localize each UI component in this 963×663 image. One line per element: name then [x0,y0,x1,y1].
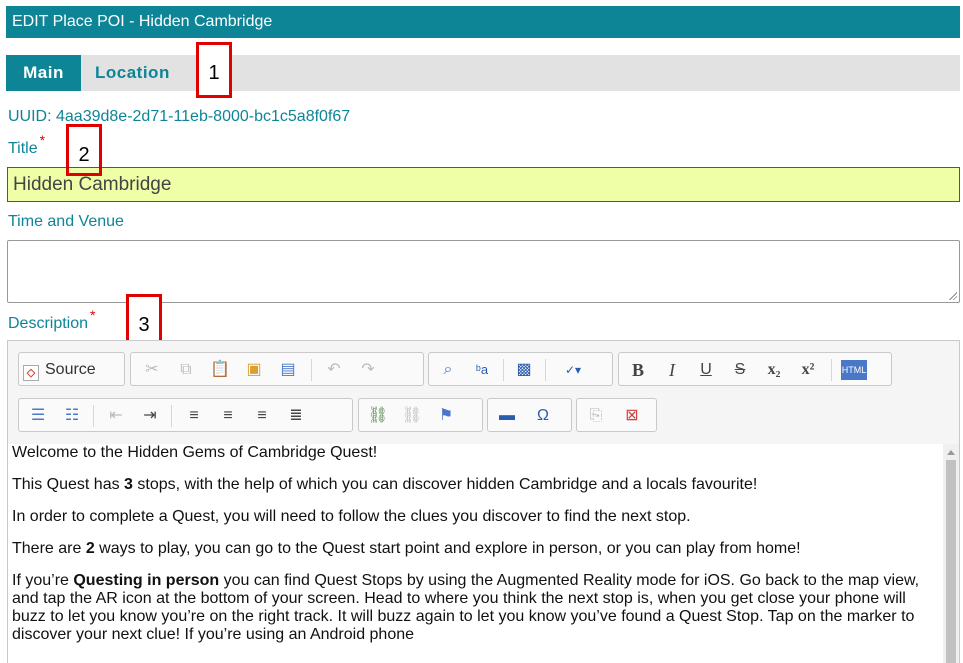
italic-icon[interactable]: I [659,357,685,383]
tab-main[interactable]: Main [6,55,81,91]
callout-2: 2 [66,124,102,176]
bold-text: 3 [124,476,133,493]
bulleted-list-icon[interactable]: ☷ [59,403,85,429]
strike-icon[interactable]: S [727,357,753,383]
callout-1: 1 [196,42,232,98]
subscript-icon[interactable]: x₂ [761,357,787,383]
undo-icon[interactable]: ↶ [321,357,347,383]
links-group: ⛓ ⛓ ⚑ [358,398,483,432]
justify-icon[interactable]: ≣ [283,403,309,429]
paste-icon[interactable]: 📋 [207,357,233,383]
editor-scrollbar[interactable] [943,444,959,663]
window-title-bar: EDIT Place POI - Hidden Cambridge [6,6,960,38]
find-icon[interactable]: ⌕ [435,357,461,383]
separator [503,359,504,381]
scroll-up-arrow-icon[interactable] [947,450,955,455]
paragraph: In order to complete a Quest, you will n… [12,508,940,526]
paragraph: This Quest has 3 stops, with the help of… [12,476,940,494]
source-label: Source [45,361,96,378]
title-label-text: Title [8,140,38,157]
separator [311,359,312,381]
clipboard-group: ✂ ⧉ 📋 ▣ ▤ ↶ ↷ [130,352,424,386]
source-button[interactable]: ◇ Source [23,358,96,382]
paragraph-text: This Quest has [12,476,125,493]
html-icon[interactable]: HTML [841,360,867,380]
bold-icon[interactable]: B [625,357,651,383]
description-label-text: Description [8,315,89,332]
spellcheck-icon[interactable]: ✓▾ [555,357,591,383]
scrollbar-thumb[interactable] [946,460,956,663]
outdent-icon[interactable]: ⇤ [103,403,129,429]
underline-icon[interactable]: U [693,357,719,383]
replace-icon[interactable]: ᵇa [469,357,495,383]
description-editor: ◇ Source ✂ ⧉ 📋 ▣ ▤ ↶ ↷ ⌕ ᵇa ▩ ✓▾ B I U S … [7,340,960,663]
align-center-icon[interactable]: ≡ [215,403,241,429]
paragraph-text: Welcome to the Hidden Gems of Cambridge … [12,444,378,461]
window-title: EDIT Place POI - Hidden Cambridge [12,13,273,30]
description-label: Description * [8,307,95,333]
resize-handle[interactable] [949,292,957,300]
copy-icon[interactable]: ⧉ [173,357,199,383]
bold-text: 2 [85,540,95,557]
separator [171,405,172,427]
indent-icon[interactable]: ⇥ [137,403,163,429]
special-char-icon[interactable]: Ω [530,403,556,429]
numbered-list-icon[interactable]: ☰ [25,403,51,429]
paragraph-group: ☰ ☷ ⇤ ⇥ ≡ ≡ ≡ ≣ [18,398,353,432]
callout-3: 3 [126,294,162,346]
paragraph-text: There are [12,540,86,557]
bold-text: Questing in person [73,572,220,589]
cut-icon[interactable]: ✂ [139,357,165,383]
paragraph-text: stops, with the help of which you can di… [132,476,758,493]
paragraph: Welcome to the Hidden Gems of Cambridge … [12,444,940,462]
paragraph: If you’re Questing in person you can fin… [12,572,940,644]
separator [93,405,94,427]
source-icon: ◇ [23,365,39,381]
source-group: ◇ Source [18,352,125,386]
anchor-icon[interactable]: ⚑ [433,403,459,429]
align-left-icon[interactable]: ≡ [181,403,207,429]
paragraph-text: In order to complete a Quest, you will n… [12,508,691,525]
select-all-icon[interactable]: ▩ [511,357,537,383]
templates-icon[interactable]: ⎘ [583,403,609,429]
unlink-icon[interactable]: ⛓ [399,403,425,429]
link-icon[interactable]: ⛓ [365,403,391,429]
tools-group: ⎘ ⊠ [576,398,657,432]
title-label: Title * [8,132,45,158]
tab-location[interactable]: Location [95,55,170,91]
paste-text-icon[interactable]: ▣ [241,357,267,383]
paste-word-icon[interactable]: ▤ [275,357,301,383]
separator [831,359,832,381]
remove-format-icon[interactable]: ⊠ [619,403,645,429]
redo-icon[interactable]: ↷ [355,357,381,383]
required-marker: * [90,307,96,323]
paragraph-text: ways to play, you can go to the Quest st… [94,540,801,557]
editor-content[interactable]: Welcome to the Hidden Gems of Cambridge … [8,444,944,663]
separator [545,359,546,381]
superscript-icon[interactable]: x² [795,357,821,383]
horizontal-rule-icon[interactable]: ▬ [494,403,520,429]
insert-group: ▬ Ω [487,398,572,432]
uuid-text: UUID: 4aa39d8e-2d71-11eb-8000-bc1c5a8f0f… [8,108,351,125]
required-marker: * [39,132,46,148]
editing-group: ⌕ ᵇa ▩ ✓▾ [428,352,613,386]
time-venue-label: Time and Venue [8,213,124,230]
title-input[interactable]: Hidden Cambridge [7,167,960,202]
paragraph: There are 2 ways to play, you can go to … [12,540,940,558]
basic-styles-group: B I U S x₂ x² HTML [618,352,892,386]
tab-bar: Main Location [6,55,960,91]
align-right-icon[interactable]: ≡ [249,403,275,429]
paragraph-text: If you’re [12,572,74,589]
